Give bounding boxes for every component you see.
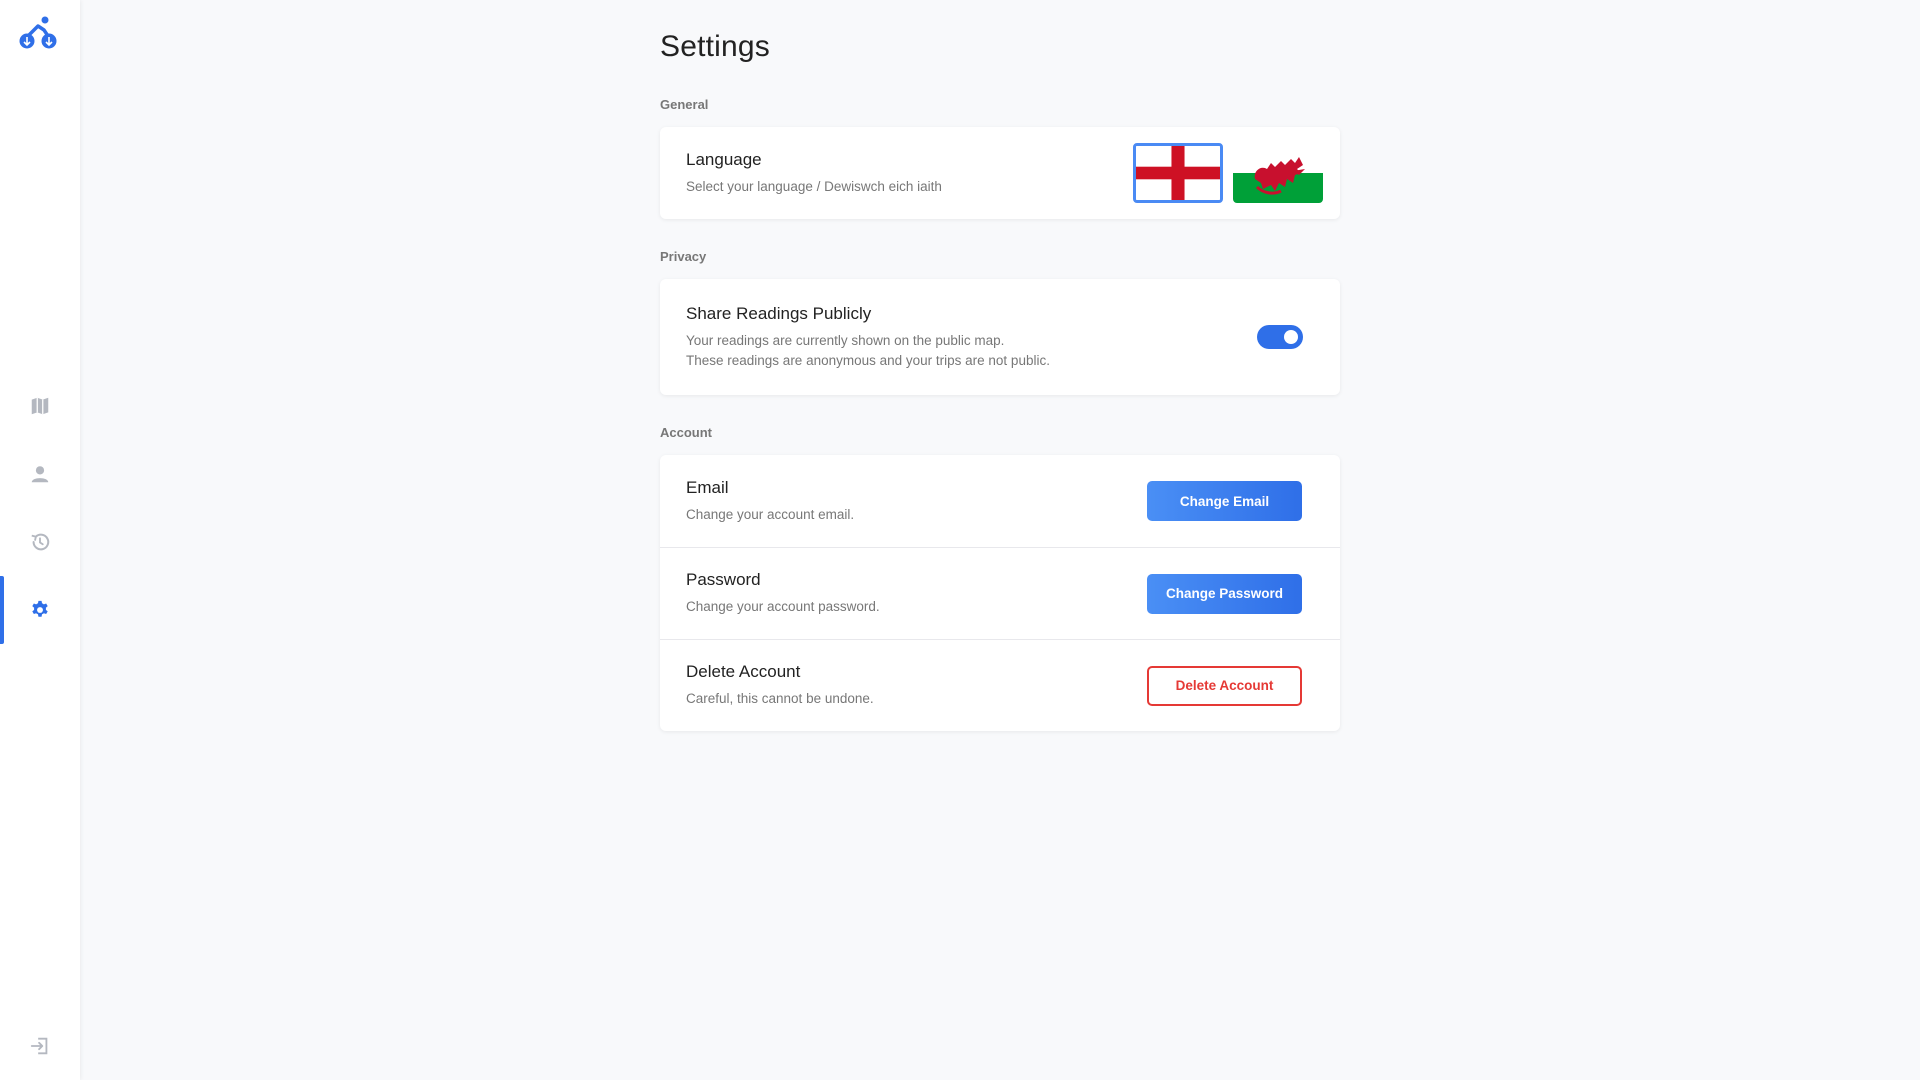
change-password-button[interactable]: Change Password — [1147, 573, 1302, 614]
sidebar-item-settings[interactable] — [0, 576, 80, 644]
gear-icon — [32, 600, 48, 617]
delete-account-text: Delete Account Careful, this cannot be u… — [686, 662, 874, 709]
language-option-english[interactable] — [1133, 143, 1223, 203]
delete-account-row: Delete Account Careful, this cannot be u… — [660, 639, 1340, 731]
password-description: Change your account password. — [686, 599, 880, 614]
account-card: Email Change your account email. Change … — [660, 455, 1340, 731]
language-options — [1133, 143, 1323, 203]
cyclist-logo-icon[interactable] — [18, 16, 60, 52]
page-title: Settings — [660, 30, 770, 63]
history-icon — [31, 533, 50, 551]
sidebar-item-profile[interactable] — [0, 440, 80, 508]
logout-icon — [30, 1037, 48, 1055]
share-readings-toggle[interactable] — [1257, 325, 1303, 349]
change-email-button[interactable]: Change Email — [1147, 481, 1302, 521]
language-option-welsh[interactable] — [1233, 143, 1323, 203]
share-readings-row: Share Readings Publicly Your readings ar… — [660, 279, 1340, 395]
section-label-privacy: Privacy — [660, 249, 707, 264]
section-label-account: Account — [660, 425, 712, 440]
england-flag — [1136, 146, 1220, 200]
sidebar-item-history[interactable] — [0, 508, 80, 576]
share-readings-text: Share Readings Publicly Your readings ar… — [686, 304, 1050, 371]
wales-flag — [1233, 143, 1323, 203]
sidebar — [0, 0, 80, 1080]
user-icon — [31, 466, 49, 483]
share-readings-description-1: Your readings are currently shown on the… — [686, 332, 1005, 348]
map-icon — [31, 397, 49, 415]
password-text: Password Change your account password. — [686, 570, 880, 617]
share-readings-title: Share Readings Publicly — [686, 303, 872, 323]
general-card: Language Select your language / Dewiswch… — [660, 127, 1340, 219]
logout-button[interactable] — [0, 1022, 80, 1070]
password-row: Password Change your account password. C… — [660, 547, 1340, 639]
email-text: Email Change your account email. — [686, 478, 854, 525]
section-label-general: General — [660, 97, 709, 112]
privacy-card: Share Readings Publicly Your readings ar… — [660, 279, 1340, 395]
email-description: Change your account email. — [686, 506, 855, 522]
delete-account-title: Delete Account — [686, 662, 801, 681]
language-description: Select your language / Dewiswch eich iai… — [686, 178, 942, 194]
email-row: Email Change your account email. Change … — [660, 455, 1340, 547]
delete-account-description: Careful, this cannot be undone. — [686, 691, 874, 706]
language-row: Language Select your language / Dewiswch… — [660, 127, 1340, 219]
password-title: Password — [686, 570, 761, 589]
language-text: Language Select your language / Dewiswch… — [686, 150, 942, 197]
delete-account-button[interactable]: Delete Account — [1147, 665, 1302, 706]
sidebar-item-map[interactable] — [0, 372, 80, 440]
share-readings-description-2: These readings are anonymous and your tr… — [686, 352, 1050, 368]
email-title: Email — [686, 477, 729, 497]
toggle-knob — [1284, 330, 1298, 344]
language-title: Language — [686, 149, 762, 169]
